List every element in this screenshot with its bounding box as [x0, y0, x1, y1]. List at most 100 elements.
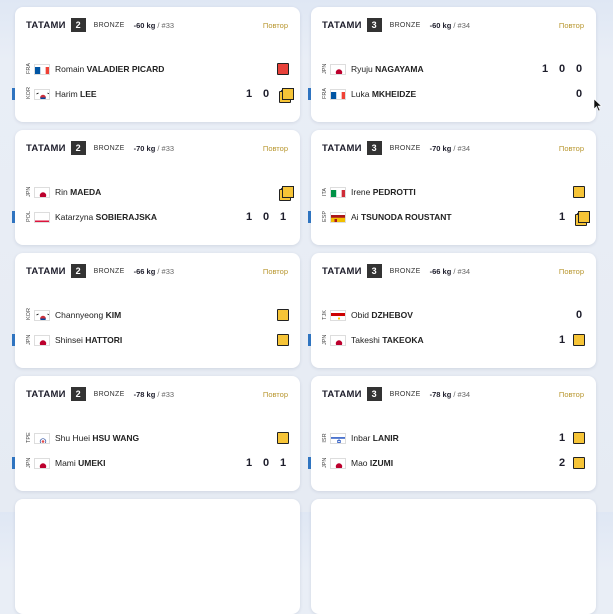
fighter-name: Harim LEE	[55, 89, 97, 99]
match-card[interactable]: ТАТАМИ3BRONZE-70 kg / #34ПовторITAIrene …	[311, 130, 596, 245]
replay-link[interactable]: Повтор	[263, 390, 288, 399]
nationality-code: FRA	[322, 89, 328, 99]
stage-label: BRONZE	[390, 268, 421, 275]
fighter-row-a: TJKObid DZHEBOV0	[311, 306, 596, 324]
flag-tpe-icon	[34, 433, 50, 444]
flag-jpn-icon	[34, 187, 50, 198]
active-indicator	[308, 88, 311, 100]
active-indicator	[308, 186, 311, 198]
replay-link[interactable]: Повтор	[263, 144, 288, 153]
tatami-number: 2	[71, 18, 86, 32]
fighter-name: Rin MAEDA	[55, 187, 101, 197]
score-wazaari: 1	[556, 432, 568, 444]
fighter-row-a: JPNRin MAEDA0	[15, 183, 300, 201]
nationality-code: FRA	[26, 64, 32, 74]
stage-label: BRONZE	[94, 145, 125, 152]
score-wazaari: 0	[556, 63, 568, 75]
match-card[interactable]	[311, 499, 596, 614]
yellow-card-icon	[277, 432, 289, 444]
flag-jpn-icon	[330, 64, 346, 75]
flag-jpn-icon	[34, 458, 50, 469]
nationality-code: POL	[26, 212, 32, 222]
replay-link[interactable]: Повтор	[559, 390, 584, 399]
active-indicator	[12, 457, 15, 469]
flag-fra-icon	[34, 64, 50, 75]
score-wazaari: 1	[556, 334, 568, 346]
match-card[interactable]: ТАТАМИ2BRONZE-60 kg / #33ПовторFRARomain…	[15, 7, 300, 122]
yellow-card-icon	[279, 91, 291, 103]
fighter-row-a: KORChannyeong KIM1	[15, 306, 300, 324]
weight-category: -70 kg / #34	[430, 144, 470, 153]
replay-link[interactable]: Повтор	[263, 267, 288, 276]
nationality-code: TPE	[26, 433, 32, 443]
fighter-row-a: ISRInbar LANIR11	[311, 429, 596, 447]
nationality-code: JPN	[26, 187, 32, 197]
fighter-name: Romain VALADIER PICARD	[55, 64, 164, 74]
flag-ita-icon	[330, 187, 346, 198]
match-card[interactable]	[15, 499, 300, 614]
match-header: ТАТАМИ3BRONZE-78 kg / #34Повтор	[322, 386, 584, 402]
fighter-row-b: JPNShinsei HATTORI2	[15, 331, 300, 349]
active-indicator	[308, 334, 311, 346]
match-card[interactable]: ТАТАМИ3BRONZE-60 kg / #34ПовторJPNRyuju …	[311, 7, 596, 122]
score-ippon: 1	[243, 457, 255, 469]
weight-category: -66 kg / #33	[134, 267, 174, 276]
active-indicator	[308, 457, 311, 469]
stage-label: BRONZE	[390, 22, 421, 29]
active-indicator	[308, 63, 311, 75]
nationality-code: ITA	[322, 187, 328, 197]
nationality-code: JPN	[322, 64, 328, 74]
nationality-code: TJK	[322, 310, 328, 320]
yellow-card-icon	[573, 334, 585, 346]
flag-jpn-icon	[330, 335, 346, 346]
fighter-row-a: TPEShu Huei HSU WANG0	[15, 429, 300, 447]
flag-tjk-icon	[330, 310, 346, 321]
tatami-label: ТАТАМИ	[322, 389, 362, 400]
nationality-code: ISR	[322, 433, 328, 443]
flag-kor-icon	[34, 310, 50, 321]
fighter-name: Shu Huei HSU WANG	[55, 433, 139, 443]
match-card[interactable]: ТАТАМИ2BRONZE-70 kg / #33ПовторJPNRin MA…	[15, 130, 300, 245]
score-yuko: 1	[277, 211, 289, 223]
fighter-name: Takeshi TAKEOKA	[351, 335, 424, 345]
tatami-label: ТАТАМИ	[26, 266, 66, 277]
score-wazaari: 1	[556, 211, 568, 223]
replay-link[interactable]: Повтор	[559, 267, 584, 276]
score-wazaari: 0	[260, 88, 272, 100]
replay-link[interactable]: Повтор	[559, 144, 584, 153]
tatami-label: ТАТАМИ	[26, 143, 66, 154]
active-indicator	[12, 334, 15, 346]
match-card[interactable]: ТАТАМИ2BRONZE-78 kg / #33ПовторTPEShu Hu…	[15, 376, 300, 491]
flag-pol-icon	[34, 212, 50, 223]
match-card[interactable]: ТАТАМИ3BRONZE-78 kg / #34Повтор ISR Inbar …	[311, 376, 596, 491]
yellow-card-icon	[573, 432, 585, 444]
nationality-code: JPN	[322, 458, 328, 468]
tatami-number: 2	[71, 264, 86, 278]
fighter-row-b: JPNMao IZUMI21	[311, 454, 596, 472]
active-indicator	[308, 309, 311, 321]
tatami-number: 3	[367, 141, 382, 155]
score-ippon: 1	[243, 211, 255, 223]
active-indicator	[308, 211, 311, 223]
tatami-label: ТАТАМИ	[26, 389, 66, 400]
match-header: ТАТАМИ2BRONZE-78 kg / #33Повтор	[26, 386, 288, 402]
fighter-row-b: JPNTakeshi TAKEOKA11	[311, 331, 596, 349]
replay-link[interactable]: Повтор	[263, 21, 288, 30]
fighter-row-a: ITAIrene PEDROTTI0	[311, 183, 596, 201]
active-indicator	[12, 63, 15, 75]
match-card[interactable]: ТАТАМИ 2 BRONZE -66 kg / #33 Повтор KORChanny…	[15, 253, 300, 368]
fighter-name: Channyeong KIM	[55, 310, 121, 320]
stage-label: BRONZE	[94, 268, 125, 275]
fighter-name: Katarzyna SOBIERAJSKA	[55, 212, 157, 222]
nationality-code: JPN	[322, 335, 328, 345]
fighter-name: Inbar LANIR	[351, 433, 399, 443]
yellow-card-icon	[573, 186, 585, 198]
match-header: ТАТАМИ 2 BRONZE -66 kg / #33 Повтор	[26, 263, 288, 279]
fighter-row-a: JPNRyuju NAGAYAMA100	[311, 60, 596, 78]
score-ippon: 1	[243, 88, 255, 100]
nationality-code: JPN	[26, 458, 32, 468]
tatami-number: 2	[71, 387, 86, 401]
match-card[interactable]: ТАТАМИ3BRONZE-66 kg / #34ПовторTJKObid D…	[311, 253, 596, 368]
replay-link[interactable]: Повтор	[559, 21, 584, 30]
stage-label: BRONZE	[94, 391, 125, 398]
